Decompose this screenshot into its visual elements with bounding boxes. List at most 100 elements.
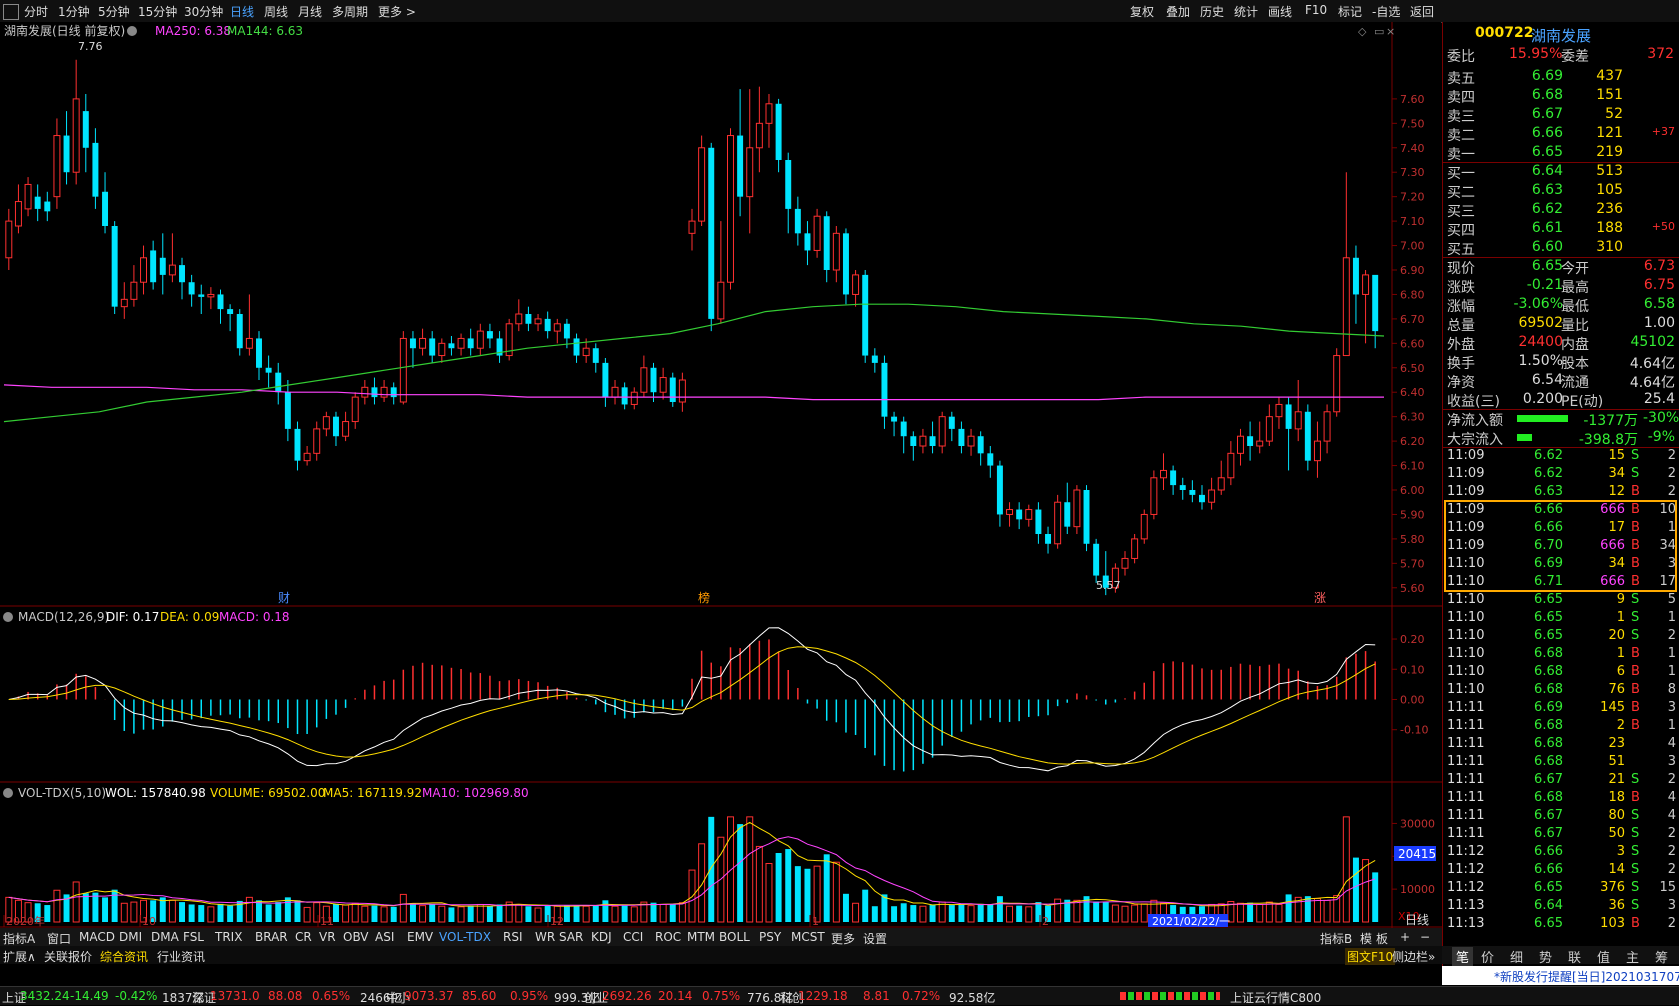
period-tab-0[interactable]: 分时 [24, 3, 48, 20]
indicator-tab-10[interactable]: OBV [343, 930, 369, 944]
tick-time: 11:11 [1447, 826, 1485, 841]
marker-cai[interactable]: 财 [278, 591, 290, 605]
indicator-tab-8[interactable]: CR [295, 930, 312, 944]
candle-body [390, 387, 397, 398]
indicator-tab-6[interactable]: TRIX [215, 930, 242, 944]
chart-area[interactable]: 湖南发展(日线 前复权) MA250: 6.38 MA144: 6.63 ◇ ▭… [0, 22, 1442, 934]
indicator-tab-20[interactable]: MTM [687, 930, 715, 944]
window-icon[interactable]: ▭ [1374, 25, 1384, 38]
kline-chart[interactable]: 湖南发展(日线 前复权) MA250: 6.38 MA144: 6.63 ◇ ▭… [0, 22, 1442, 928]
ipo-notice[interactable]: *新股发行提醒[当日]2021031707014 [1442, 966, 1679, 985]
indicator-tab-9[interactable]: VR [319, 930, 336, 944]
bottom-tab-2[interactable]: 综合资讯 [100, 948, 148, 965]
stat-label: 净资 [1447, 375, 1475, 391]
vol-bar [1121, 905, 1129, 923]
period-tab-9[interactable]: 更多 > [378, 3, 416, 20]
indicator-tab-4[interactable]: DMA [151, 930, 179, 944]
candle-body [611, 386, 619, 398]
tick-time: 11:10 [1447, 646, 1485, 661]
indicator-right-1[interactable]: 模 [1360, 930, 1372, 947]
menu-icon[interactable] [3, 4, 19, 20]
period-tab-2[interactable]: 5分钟 [98, 3, 130, 20]
indicator-tab-14[interactable]: RSI [503, 930, 523, 944]
indicator-tab-2[interactable]: MACD [79, 930, 115, 944]
indicator-tab-17[interactable]: KDJ [591, 930, 612, 944]
indicator-right-0[interactable]: 指标B [1320, 930, 1352, 947]
tick-price: 6.68 [1534, 718, 1563, 733]
bottom-tab-3[interactable]: 行业资讯 [157, 948, 205, 965]
indicator-tab-11[interactable]: ASI [375, 930, 394, 944]
action-button-3[interactable]: 统计 [1234, 3, 1258, 20]
tick-count: 3 [1667, 700, 1676, 715]
tick-volume: 3 [1616, 844, 1625, 859]
side-tab-1[interactable]: 价 [1481, 947, 1494, 966]
action-button-4[interactable]: 画线 [1268, 3, 1292, 20]
indicator-tab-22[interactable]: PSY [759, 930, 781, 944]
period-tab-7[interactable]: 月线 [298, 3, 322, 20]
action-button-0[interactable]: 复权 [1130, 3, 1154, 20]
vol-settings-icon[interactable] [3, 788, 13, 798]
period-tab-4[interactable]: 30分钟 [184, 3, 223, 20]
marker-zhang[interactable]: 涨 [1314, 590, 1326, 605]
side-tab-0[interactable]: 笔 [1452, 947, 1474, 966]
side-tab-3[interactable]: 势 [1539, 947, 1552, 966]
indicator-tab-18[interactable]: CCI [623, 930, 643, 944]
marker-bang[interactable]: 榜 [698, 590, 710, 605]
price-tick-label: 5.90 [1400, 508, 1425, 521]
indicator-tab-15[interactable]: WR [535, 930, 555, 944]
indicator-tab-25[interactable]: 设置 [863, 930, 887, 947]
indicator-tab-21[interactable]: BOLL [719, 930, 750, 944]
side-tab-2[interactable]: 细 [1510, 947, 1523, 966]
market-status-bar: 上证 3432.24 -14.49 -0.42% 1837亿 深证 13731.0 88.08… [0, 986, 1679, 1005]
tick-direction: B [1631, 682, 1640, 697]
tick-price: 6.65 [1534, 916, 1563, 931]
indicator-tab-24[interactable]: 更多 [831, 930, 855, 947]
side-tab-7[interactable]: 筹 [1655, 947, 1668, 966]
period-tab-8[interactable]: 多周期 [332, 3, 368, 20]
indicator-right-3[interactable]: + [1400, 930, 1410, 944]
action-button-5[interactable]: F10 [1305, 3, 1327, 17]
action-button-7[interactable]: -自选 [1372, 3, 1400, 20]
tick-direction: B [1631, 700, 1640, 715]
indicator-tab-12[interactable]: EMV [407, 930, 433, 944]
indicator-tab-19[interactable]: ROC [655, 930, 681, 944]
period-tab-5[interactable]: 日线 [230, 3, 254, 20]
indicator-tab-0[interactable]: 指标A [3, 930, 35, 947]
bottom-tab-1[interactable]: 关联报价 [44, 948, 92, 965]
close-icon[interactable]: × [1386, 25, 1395, 38]
candle-body [1160, 469, 1167, 479]
vol-bar [891, 906, 898, 922]
action-button-1[interactable]: 叠加 [1166, 3, 1190, 20]
indicator-tab-1[interactable]: 窗口 [47, 930, 71, 947]
bottom-tab-sidebar[interactable]: 侧边栏» [1392, 948, 1435, 965]
bottom-tab-0[interactable]: 扩展∧ [3, 948, 36, 965]
indicator-tab-5[interactable]: FSL [183, 930, 204, 944]
indicator-tab-7[interactable]: BRAR [255, 930, 288, 944]
macd-settings-icon[interactable] [3, 612, 13, 622]
period-tab-6[interactable]: 周线 [264, 3, 288, 20]
indicator-tab-23[interactable]: MCST [791, 930, 825, 944]
indicator-tab-16[interactable]: SAR [559, 930, 583, 944]
flow-label: 大宗流入 [1447, 432, 1503, 448]
diamond-icon[interactable]: ◇ [1358, 25, 1367, 38]
indicator-right-4[interactable]: − [1420, 930, 1430, 944]
vol-bar [1265, 901, 1273, 923]
indicator-right-2[interactable]: 板 [1376, 930, 1388, 947]
action-button-6[interactable]: 标记 [1338, 3, 1362, 20]
tick-price: 6.65 [1534, 592, 1563, 607]
candle-body [640, 367, 648, 393]
period-tab-1[interactable]: 1分钟 [58, 3, 90, 20]
candle-body [621, 387, 628, 405]
settings-dot-icon[interactable] [127, 26, 137, 36]
period-tab-3[interactable]: 15分钟 [138, 3, 177, 20]
action-button-8[interactable]: 返回 [1410, 3, 1434, 20]
side-tab-6[interactable]: 主 [1626, 947, 1639, 966]
indicator-tab-3[interactable]: DMI [119, 930, 142, 944]
vol-bar [399, 893, 407, 923]
tick-price: 6.65 [1534, 610, 1563, 625]
side-tab-4[interactable]: 联 [1568, 947, 1581, 966]
bottom-tab-f10[interactable]: 图文F10 [1345, 948, 1396, 965]
indicator-tab-13[interactable]: VOL-TDX [439, 930, 491, 944]
action-button-2[interactable]: 历史 [1200, 3, 1224, 20]
side-tab-5[interactable]: 值 [1597, 947, 1610, 966]
